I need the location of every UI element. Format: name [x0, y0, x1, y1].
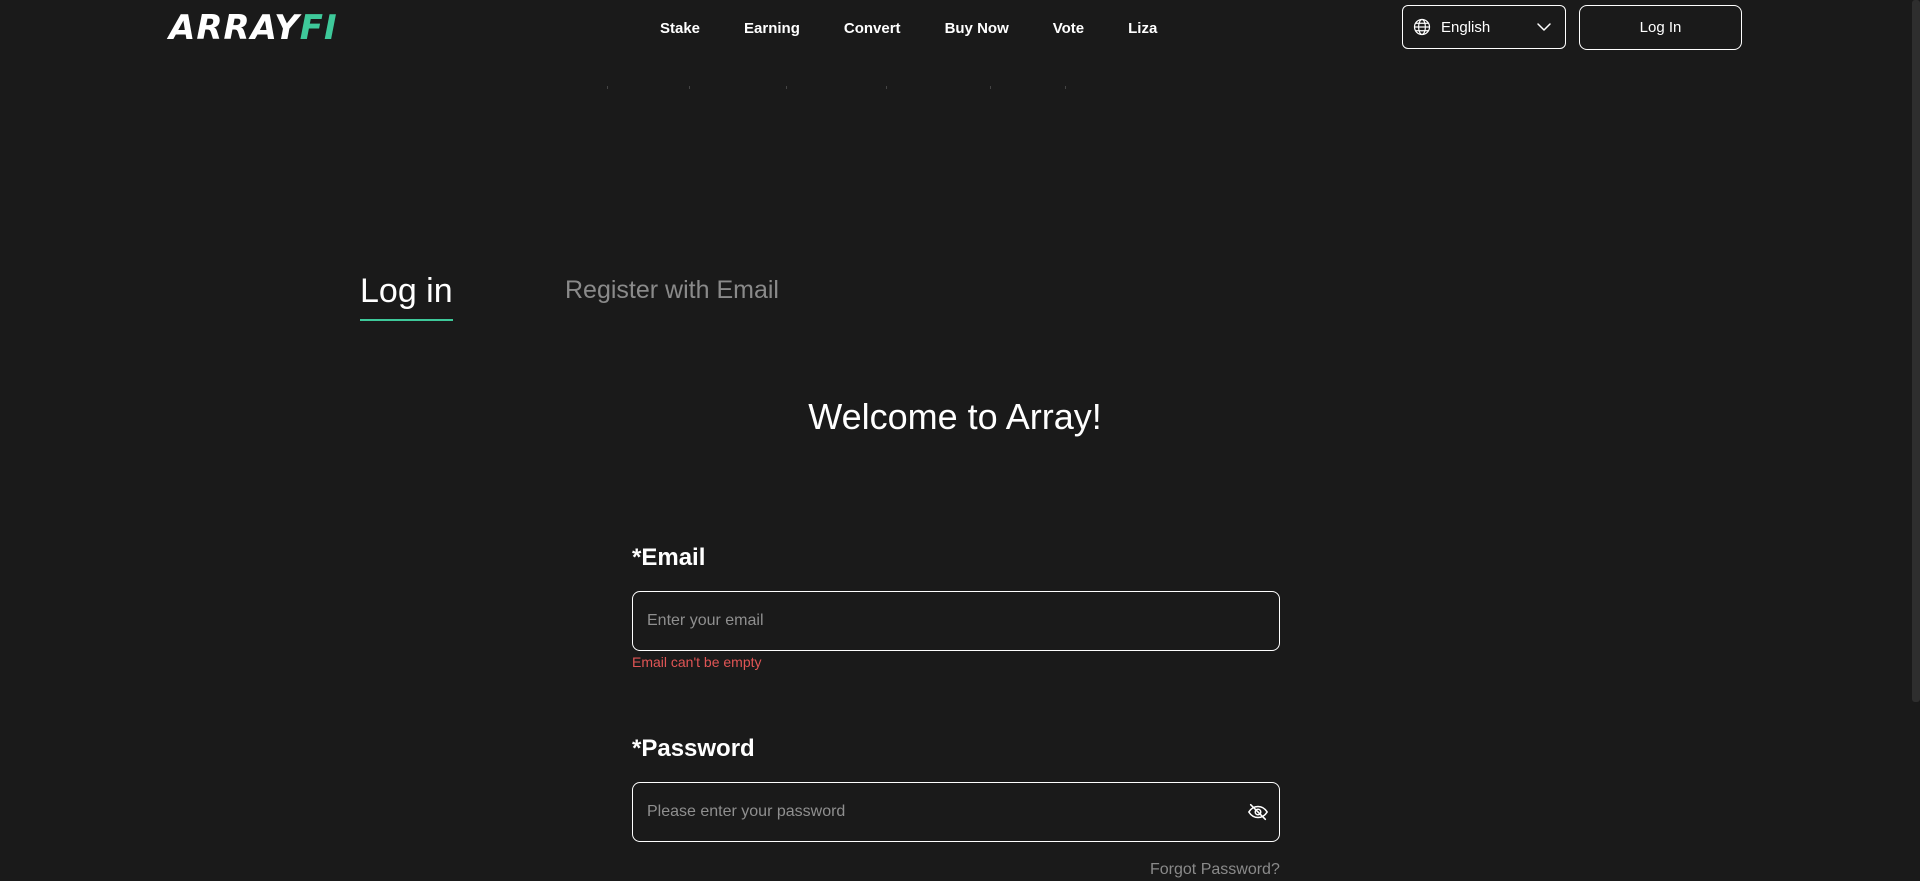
tick: [1065, 86, 1066, 89]
logo-text-array: ARRAY: [169, 8, 300, 48]
nav-divider-ticks: [0, 86, 1920, 90]
logo-text-fi: FI: [299, 8, 338, 48]
language-label: English: [1441, 18, 1491, 36]
password-field-wrapper: [632, 782, 1280, 842]
email-error-message: Email can't be empty: [632, 654, 762, 670]
page-scrollbar[interactable]: [1912, 0, 1920, 702]
nav-item-liza[interactable]: Liza: [1128, 20, 1157, 37]
password-label: *Password: [632, 735, 755, 762]
language-select[interactable]: English: [1402, 5, 1566, 49]
header-login-button[interactable]: Log In: [1579, 5, 1742, 50]
logo[interactable]: ARRAY FI: [169, 8, 338, 48]
header: ARRAY FI Stake Earning Convert Buy Now Vo…: [0, 0, 1920, 56]
tick: [689, 86, 690, 89]
email-field[interactable]: [633, 592, 1279, 650]
tick: [990, 86, 991, 89]
nav-item-vote[interactable]: Vote: [1053, 20, 1084, 37]
login-page: ARRAY FI Stake Earning Convert Buy Now Vo…: [0, 0, 1920, 881]
welcome-heading: Welcome to Array!: [808, 396, 1102, 437]
nav-item-earning[interactable]: Earning: [744, 20, 800, 37]
main-nav: Stake Earning Convert Buy Now Vote Liza: [660, 0, 1157, 56]
forgot-password-link[interactable]: Forgot Password?: [1150, 861, 1280, 879]
nav-item-stake[interactable]: Stake: [660, 20, 700, 37]
eye-off-icon[interactable]: [1247, 801, 1269, 823]
tab-login[interactable]: Log in: [360, 272, 453, 321]
nav-item-convert[interactable]: Convert: [844, 20, 901, 37]
tab-register-email[interactable]: Register with Email: [565, 276, 779, 305]
email-label: *Email: [632, 544, 706, 571]
tick: [786, 86, 787, 89]
tick: [886, 86, 887, 89]
tick: [607, 86, 608, 89]
password-field[interactable]: [633, 783, 1247, 841]
nav-item-buy-now[interactable]: Buy Now: [945, 20, 1009, 37]
chevron-down-icon: [1535, 18, 1553, 36]
globe-icon: [1413, 18, 1431, 36]
email-field-wrapper: [632, 591, 1280, 651]
